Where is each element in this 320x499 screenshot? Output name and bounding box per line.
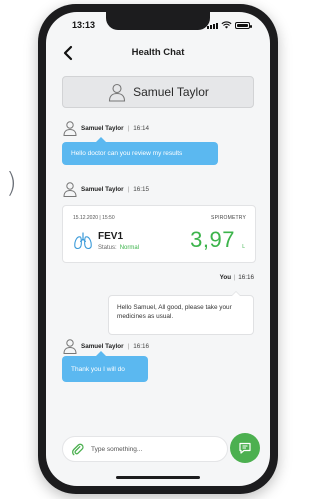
message-time: 16:15	[133, 185, 149, 193]
home-indicator[interactable]	[116, 476, 200, 479]
message-text: Hello Samuel, All good, please take your…	[117, 304, 232, 320]
message-time: 16:14	[133, 124, 149, 132]
send-button[interactable]	[230, 433, 260, 463]
message-sender-you: You | 16:16	[220, 274, 254, 281]
separator: |	[127, 185, 130, 193]
background-parenthesis: )	[6, 166, 17, 199]
separator: |	[233, 274, 236, 281]
sender-name: You	[219, 274, 232, 281]
result-date: 15.12.2020 | 15:50	[73, 215, 115, 221]
message-composer	[62, 436, 228, 462]
signal-icon	[207, 23, 218, 29]
chat-bubble-icon	[239, 442, 251, 454]
wifi-icon	[221, 21, 232, 29]
lungs-icon	[74, 232, 92, 250]
message-time: 16:16	[133, 342, 149, 350]
contact-card[interactable]: Samuel Taylor	[62, 76, 254, 108]
status-label: Status:	[98, 245, 117, 251]
user-avatar-icon	[109, 83, 126, 102]
message-text: Thank you I will do	[71, 365, 125, 373]
user-avatar-icon	[63, 339, 77, 354]
phone-screen: 13:13 Health Chat Samuel Taylor Samuel T…	[46, 12, 270, 486]
status-icons	[207, 21, 252, 29]
separator: |	[127, 124, 130, 132]
phone-frame: 13:13 Health Chat Samuel Taylor Samuel T…	[38, 4, 278, 494]
message-bubble-incoming: Hello doctor can you review my results	[62, 137, 218, 165]
user-avatar-icon	[63, 182, 77, 197]
contact-name: Samuel Taylor	[133, 85, 209, 99]
status-value: Normal	[119, 245, 140, 251]
metric-value: 3,97	[190, 227, 235, 252]
page-title: Health Chat	[131, 47, 185, 58]
status-time: 13:13	[72, 20, 96, 30]
notch	[106, 12, 210, 30]
spirometry-result-card[interactable]: 15.12.2020 | 15:50 SPIROMETRY FEV1 Statu…	[62, 205, 256, 263]
message-sender: Samuel Taylor | 16:14	[62, 120, 149, 136]
battery-icon	[235, 22, 252, 29]
chat-header: Health Chat	[46, 42, 270, 66]
metric-unit: L	[242, 244, 245, 250]
attachment-icon[interactable]	[71, 443, 84, 456]
message-text: Hello doctor can you review my results	[71, 150, 183, 157]
message-input[interactable]	[91, 441, 221, 457]
metric-name: FEV1	[98, 231, 124, 242]
message-bubble-incoming: Thank you I will do	[62, 351, 148, 382]
sender-name: Samuel Taylor	[81, 342, 124, 350]
user-avatar-icon	[63, 121, 77, 136]
sender-name: Samuel Taylor	[81, 124, 124, 132]
sender-name: Samuel Taylor	[81, 185, 124, 193]
status-row: Status: Normal	[98, 245, 139, 251]
separator: |	[127, 342, 130, 350]
status-bar: 13:13	[46, 12, 270, 36]
message-time: 16:16	[238, 274, 254, 281]
result-type: SPIROMETRY	[211, 215, 246, 221]
message-bubble-outgoing: Hello Samuel, All good, please take your…	[108, 291, 254, 335]
message-sender: Samuel Taylor | 16:15	[62, 181, 149, 197]
